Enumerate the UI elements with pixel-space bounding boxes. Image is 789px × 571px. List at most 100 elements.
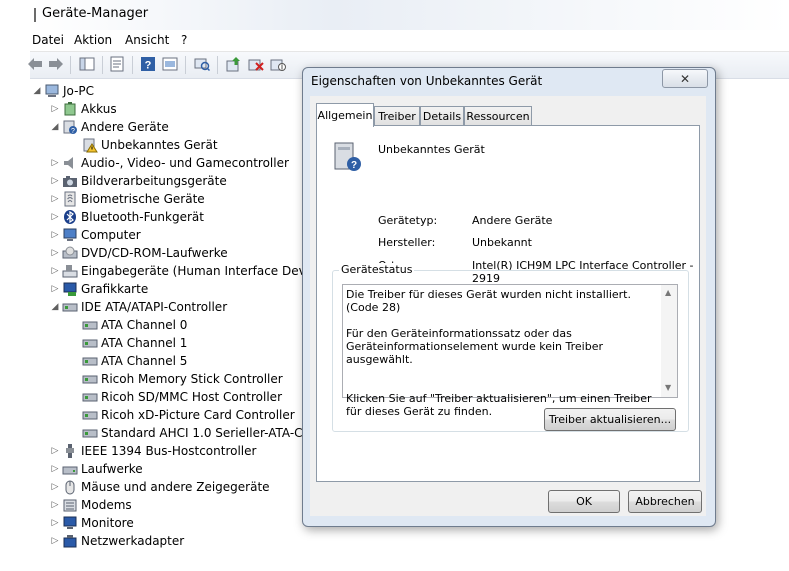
tree-item-label: Laufwerke	[81, 462, 143, 476]
help-icon[interactable]: ?	[139, 55, 157, 73]
menu-datei[interactable]: Datei	[32, 33, 64, 47]
scan-hardware-icon[interactable]	[193, 55, 211, 73]
ok-button[interactable]: OK	[548, 490, 620, 513]
tree-item[interactable]: ▷ Eingabegeräte (Human Interface Devices…	[50, 262, 320, 280]
tree-item[interactable]: ▷ Modems	[50, 496, 132, 514]
cancel-button[interactable]: Abbrechen	[628, 490, 702, 513]
status-text: Die Treiber für dieses Gerät wurden nich…	[346, 288, 652, 418]
tree-root-label: Jo-PC	[63, 84, 95, 98]
expand-icon[interactable]: ▷	[50, 496, 60, 514]
expand-icon[interactable]: ▷	[50, 262, 60, 280]
tree-item[interactable]: ▷ Biometrische Geräte	[50, 190, 205, 208]
tab-allgemein[interactable]: Allgemein	[316, 103, 374, 127]
controller-icon	[82, 335, 98, 351]
group-title: Gerätestatus	[339, 263, 415, 276]
tree-item[interactable]: ▷ Audio-, Video- und Gamecontroller	[50, 154, 289, 172]
forward-icon[interactable]	[47, 55, 65, 73]
disable-icon[interactable]	[269, 55, 287, 73]
bluetooth-icon	[62, 209, 78, 225]
tree-item-label: Ricoh xD-Picture Card Controller	[101, 408, 295, 422]
tree-root[interactable]: ◢ Jo-PC	[32, 82, 95, 100]
tree-item[interactable]: ATA Channel 0	[70, 316, 187, 334]
expand-icon[interactable]: ▷	[50, 154, 60, 172]
console-tree-icon[interactable]	[78, 55, 96, 73]
update-driver-button[interactable]: Treiber aktualisieren...	[544, 408, 676, 431]
menu-ansicht[interactable]: Ansicht	[125, 33, 169, 47]
tree-item-label: Bluetooth-Funkgerät	[81, 210, 204, 224]
tree-item-label: Computer	[81, 228, 141, 242]
tree-item[interactable]: ▷ Monitore	[50, 514, 134, 532]
collapse-icon[interactable]: ◢	[50, 118, 60, 136]
tree-item[interactable]: ▷ Akkus	[50, 100, 117, 118]
expand-icon[interactable]: ▷	[50, 172, 60, 190]
svg-text:?: ?	[351, 160, 357, 171]
expand-icon[interactable]: ▷	[50, 100, 60, 118]
expand-icon[interactable]: ▷	[50, 208, 60, 226]
properties-dialog: Eigenschaften von Unbekanntes Gerät ✕ Al…	[302, 67, 716, 527]
tree-item[interactable]: ◢ ? Andere Geräte	[50, 118, 169, 136]
window-title: Geräte-Manager	[42, 6, 149, 21]
tab-treiber[interactable]: Treiber	[374, 106, 420, 126]
controller-icon	[82, 353, 98, 369]
modem-icon	[62, 497, 78, 513]
tab-details[interactable]: Details	[420, 106, 464, 126]
tab-ressourcen[interactable]: Ressourcen	[464, 106, 532, 126]
expand-icon[interactable]: ▷	[50, 244, 60, 262]
network-adapter-icon	[62, 533, 78, 549]
status-scrollbar[interactable]: ▲ ▼	[661, 285, 677, 397]
update-driver-icon[interactable]	[225, 55, 243, 73]
status-textbox[interactable]: Die Treiber für dieses Gerät wurden nich…	[342, 284, 678, 418]
menu-help[interactable]: ?	[181, 33, 187, 47]
tree-item-label: Grafikkarte	[81, 282, 149, 296]
tree-item[interactable]: ▷ IEEE 1394 Bus-Hostcontroller	[50, 442, 256, 460]
mouse-icon	[62, 479, 78, 495]
scroll-up-icon[interactable]: ▲	[665, 288, 671, 297]
close-button[interactable]: ✕	[662, 69, 708, 88]
tree-item[interactable]: Standard AHCI 1.0 Serieller-ATA-Controll…	[70, 424, 320, 442]
tree-item[interactable]: Unbekanntes Gerät	[70, 136, 218, 154]
prop-value-manufacturer: Unbekannt	[472, 236, 532, 249]
tree-item-label: ATA Channel 0	[101, 318, 188, 332]
tree-item[interactable]: ▷ Bildverarbeitungsgeräte	[50, 172, 227, 190]
uninstall-icon[interactable]	[247, 55, 265, 73]
battery-icon	[62, 101, 78, 117]
collapse-icon[interactable]: ◢	[50, 298, 60, 316]
camera-icon	[62, 173, 78, 189]
tree-item[interactable]: ▷ Mäuse und andere Zeigegeräte	[50, 478, 270, 496]
tree-item-label: IEEE 1394 Bus-Hostcontroller	[81, 444, 257, 458]
tree-item[interactable]: Ricoh xD-Picture Card Controller	[70, 406, 295, 424]
tree-item[interactable]: Ricoh Memory Stick Controller	[70, 370, 283, 388]
dialog-client: Allgemein Treiber Details Ressourcen ? U…	[310, 96, 706, 516]
tree-item-label: DVD/CD-ROM-Laufwerke	[81, 246, 228, 260]
expand-icon[interactable]: ▷	[50, 280, 60, 298]
menu-aktion[interactable]: Aktion	[74, 33, 112, 47]
tree-item-label: Unbekanntes Gerät	[101, 138, 218, 152]
expand-icon[interactable]: ▷	[50, 190, 60, 208]
tree-item-label: Akkus	[81, 102, 117, 116]
view-icon[interactable]	[161, 55, 179, 73]
tree-item[interactable]: ▷ Bluetooth-Funkgerät	[50, 208, 204, 226]
tree-item[interactable]: ▷ Computer	[50, 226, 141, 244]
scroll-down-icon[interactable]: ▼	[665, 383, 671, 392]
tree-item[interactable]: ATA Channel 1	[70, 334, 187, 352]
dialog-title: Eigenschaften von Unbekanntes Gerät	[311, 74, 543, 88]
expand-icon[interactable]: ▷	[50, 514, 60, 532]
controller-icon	[82, 389, 98, 405]
tree-item[interactable]: Ricoh SD/MMC Host Controller	[70, 388, 282, 406]
keyboard-icon	[62, 263, 78, 279]
tree-item[interactable]: ◢ IDE ATA/ATAPI-Controller	[50, 298, 228, 316]
tree-item-label: Monitore	[81, 516, 134, 530]
tree-item[interactable]: ▷ DVD/CD-ROM-Laufwerke	[50, 244, 228, 262]
expand-icon[interactable]: ▷	[50, 478, 60, 496]
tree-item[interactable]: ▷ Laufwerke	[50, 460, 143, 478]
collapse-icon[interactable]: ◢	[32, 82, 42, 100]
expand-icon[interactable]: ▷	[50, 226, 60, 244]
tree-item[interactable]: ▷ Grafikkarte	[50, 280, 148, 298]
tree-item-label: Audio-, Video- und Gamecontroller	[81, 156, 289, 170]
computer-icon	[44, 83, 60, 99]
properties-icon[interactable]	[108, 55, 126, 73]
tree-item[interactable]: ATA Channel 5	[70, 352, 187, 370]
expand-icon[interactable]: ▷	[50, 442, 60, 460]
speaker-icon	[62, 155, 78, 171]
expand-icon[interactable]: ▷	[50, 460, 60, 478]
